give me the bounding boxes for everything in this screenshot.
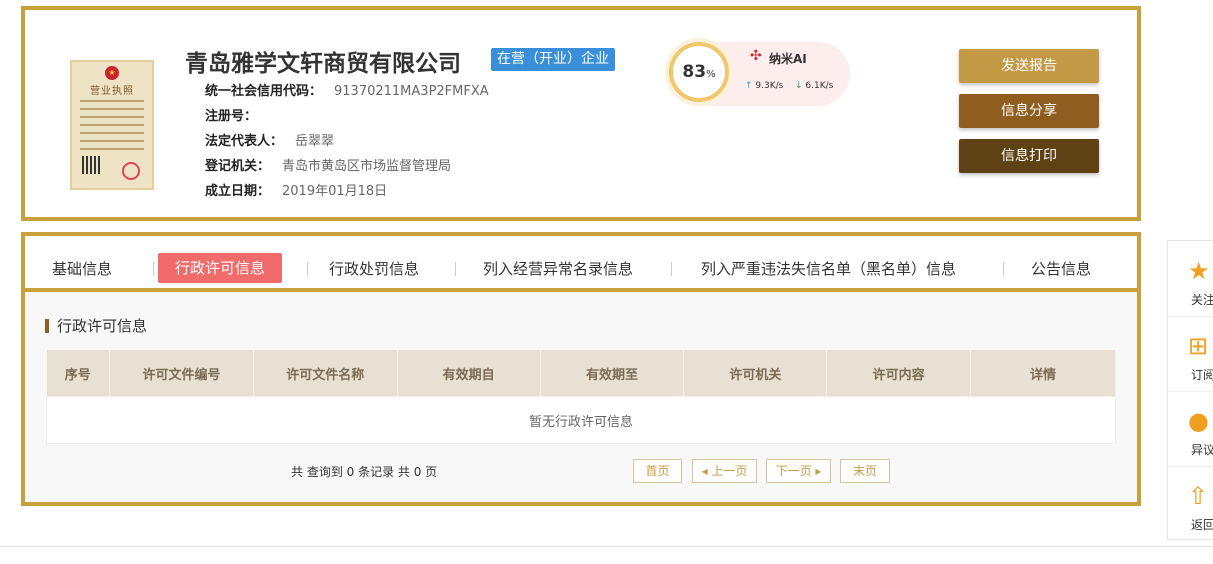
follow-button[interactable]: ★ 关注: [1168, 241, 1213, 317]
tab-divider: [1003, 262, 1004, 276]
back-to-top-button[interactable]: ⇧ 返回: [1168, 466, 1213, 541]
section-title: 行政许可信息: [45, 319, 147, 334]
column-header: 许可文件编号: [109, 350, 254, 397]
footer-divider: [0, 546, 1213, 547]
next-page-button[interactable]: 下一页 ▸: [766, 459, 831, 483]
business-license-thumbnail[interactable]: ★ 营业执照: [70, 60, 154, 190]
info-label: 统一社会信用代码：: [205, 84, 323, 99]
column-header: 详情: [970, 350, 1116, 397]
info-label: 法定代表人：: [205, 134, 284, 149]
upload-speed: ↑ 9.3K/s: [745, 81, 784, 91]
info-label: 成立日期：: [205, 184, 271, 199]
column-header: 有效期自: [397, 350, 541, 397]
tab-divider: [307, 262, 308, 276]
info-value: 2019年01月18日: [282, 184, 388, 199]
info-legal-rep: 法定代表人： 岳翠翠: [205, 130, 334, 149]
score-ring[interactable]: 83%: [669, 42, 729, 102]
score-unit: %: [706, 69, 716, 80]
ai-label: 纳米AI: [769, 52, 807, 66]
seal-icon: [122, 162, 140, 180]
tab-basic-info[interactable]: 基础信息: [52, 254, 112, 284]
side-item-label: 异议: [1191, 443, 1213, 457]
license-table: 序号 许可文件编号 许可文件名称 有效期自 有效期至 许可机关 许可内容 详情 …: [46, 350, 1116, 444]
side-item-label: 订阅: [1191, 368, 1213, 382]
column-header: 有效期至: [540, 350, 685, 397]
national-emblem-icon: ★: [105, 66, 119, 80]
info-label: 注册号：: [205, 109, 258, 124]
company-card: ★ 营业执照 青岛雅学文轩商贸有限公司 在营（开业）企业 统一社会信用代码： 91…: [21, 6, 1141, 221]
tab-content: 行政许可信息 序号 许可文件编号 许可文件名称 有效期自 有效期至 许可机关 许…: [25, 292, 1137, 502]
subscribe-button[interactable]: ⊞ 订阅: [1168, 316, 1213, 392]
arrow-up-icon: ↑: [745, 81, 753, 91]
info-founded: 成立日期： 2019年01月18日: [205, 180, 387, 199]
tab-admin-license[interactable]: 行政许可信息: [158, 253, 283, 283]
score-value: 83: [682, 62, 707, 82]
info-label: 登记机关：: [205, 159, 271, 174]
tab-divider: [455, 262, 456, 276]
side-toolbar: ★ 关注 ⊞ 订阅 ● 异议 ⇧ 返回: [1167, 240, 1213, 540]
column-header: 序号: [46, 350, 111, 397]
share-info-button[interactable]: 信息分享: [959, 94, 1099, 128]
info-authority: 登记机关： 青岛市黄岛区市场监督管理局: [205, 155, 451, 174]
tab-abnormal-list[interactable]: 列入经营异常名录信息: [483, 254, 633, 284]
star-icon: ★: [1188, 257, 1210, 285]
column-header: 许可内容: [826, 350, 972, 397]
tab-divider: [671, 262, 672, 276]
arrow-up-icon: ⇧: [1188, 482, 1209, 510]
prev-page-button[interactable]: ◂ 上一页: [692, 459, 757, 483]
arrow-down-icon: ↓: [795, 81, 803, 91]
last-page-button[interactable]: 末页: [840, 459, 890, 483]
download-speed: ↓ 6.1K/s: [795, 81, 834, 91]
status-badge: 在营（开业）企业: [491, 48, 615, 71]
license-title: 营业执照: [90, 86, 134, 97]
column-header: 许可机关: [683, 350, 828, 397]
detail-card: 基础信息 行政许可信息 行政处罚信息 列入经营异常名录信息 列入严重违法失信名单…: [21, 232, 1141, 506]
tab-blacklist[interactable]: 列入严重违法失信名单（黑名单）信息: [701, 254, 956, 284]
objection-button[interactable]: ● 异议: [1168, 391, 1213, 467]
column-header: 许可文件名称: [253, 350, 398, 397]
first-page-button[interactable]: 首页: [633, 459, 682, 483]
tab-divider: [153, 262, 154, 276]
info-reg-number: 注册号：: [205, 105, 269, 124]
qr-code-icon: [82, 156, 100, 174]
print-info-button[interactable]: 信息打印: [959, 139, 1099, 173]
empty-state-text: 暂无行政许可信息: [46, 396, 1116, 444]
info-value: 91370211MA3P2FMFXA: [334, 84, 489, 99]
table-row: 暂无行政许可信息: [46, 396, 1116, 444]
chat-bubble-icon: ●: [1188, 407, 1209, 435]
info-value: 岳翠翠: [295, 134, 335, 149]
tab-bar: 基础信息 行政许可信息 行政处罚信息 列入经营异常名录信息 列入严重违法失信名单…: [25, 236, 1137, 292]
plus-box-icon: ⊞: [1188, 332, 1209, 360]
info-credit-code: 统一社会信用代码： 91370211MA3P2FMFXA: [205, 80, 489, 99]
send-report-button[interactable]: 发送报告: [959, 49, 1099, 83]
table-header-row: 序号 许可文件编号 许可文件名称 有效期自 有效期至 许可机关 许可内容 详情: [46, 350, 1116, 397]
side-item-label: 返回: [1191, 518, 1213, 532]
company-name: 青岛雅学文轩商贸有限公司: [185, 51, 461, 77]
tab-admin-penalty[interactable]: 行政处罚信息: [329, 254, 419, 284]
license-text-lines: [80, 100, 144, 156]
pagination-summary: 共 查询到 0 条记录 共 0 页: [291, 465, 438, 479]
info-value: 青岛市黄岛区市场监督管理局: [282, 159, 452, 174]
side-item-label: 关注: [1191, 293, 1213, 307]
nano-ai-icon: ✣: [750, 48, 762, 64]
tab-announcements[interactable]: 公告信息: [1031, 254, 1091, 284]
